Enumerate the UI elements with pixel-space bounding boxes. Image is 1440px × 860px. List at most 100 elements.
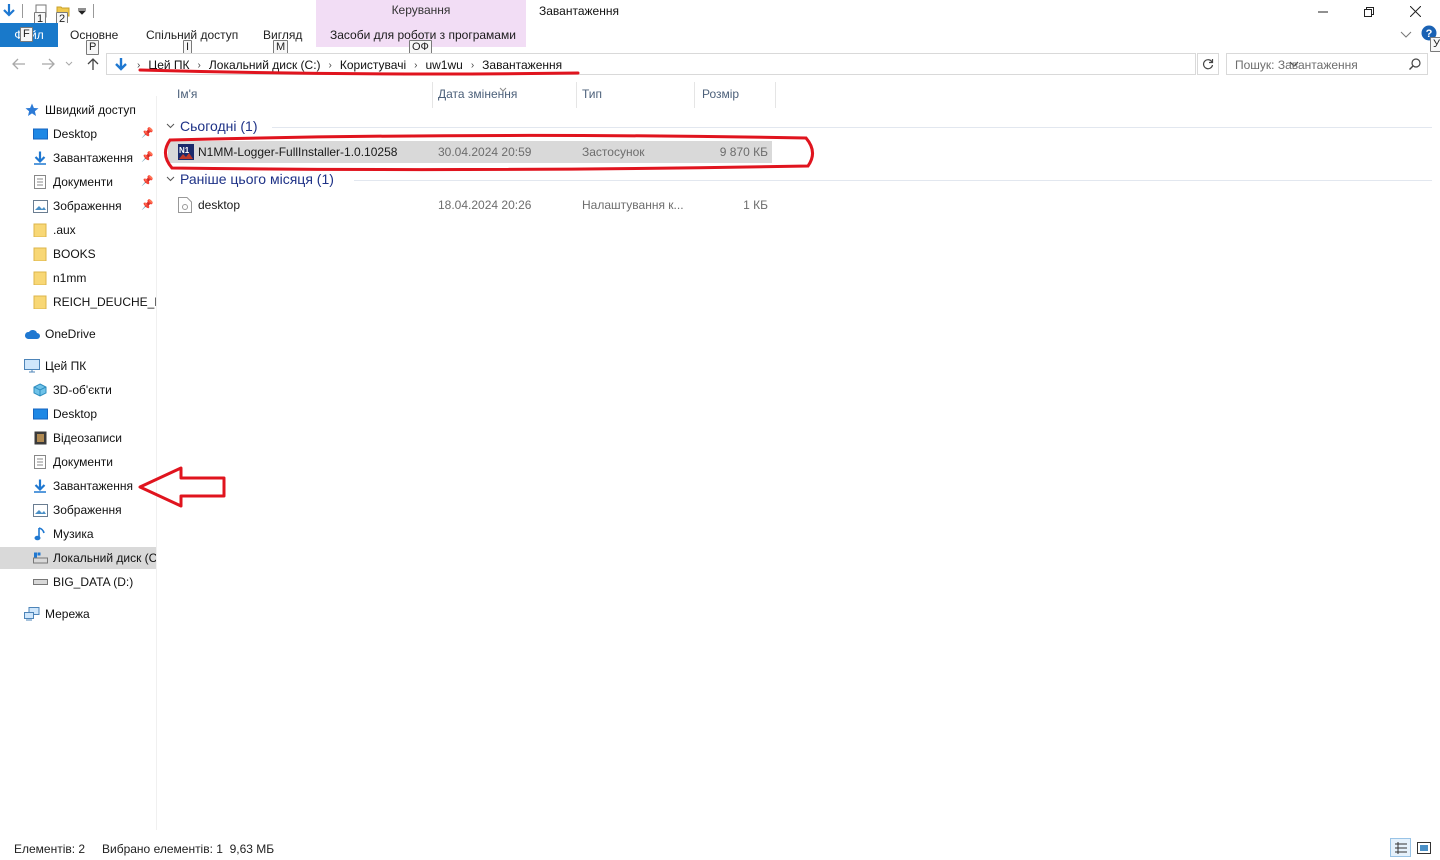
address-bar[interactable]: › Цей ПК › Локальний диск (C:) › Користу… [106, 53, 1299, 75]
nav-network[interactable]: Мережа [0, 603, 156, 625]
minimize-button[interactable] [1300, 0, 1346, 23]
column-header-date[interactable]: Дата змінення [438, 87, 517, 101]
nav-onedrive[interactable]: OneDrive [0, 323, 156, 345]
nav-pc-local-disk[interactable]: Локальний диск (C:) [0, 547, 156, 569]
nav-quick-n1mm[interactable]: n1mm [0, 267, 156, 289]
column-divider[interactable] [576, 82, 577, 108]
nav-quick-reich[interactable]: REICH_DEUCHE_MU [0, 291, 156, 313]
column-divider[interactable] [694, 82, 695, 108]
navigation-pane: Швидкий доступ Desktop 📌 Завантаження 📌 … [0, 96, 157, 830]
nav-quick-documents[interactable]: Документи 📌 [0, 171, 156, 193]
collapse-chevron-icon[interactable] [166, 121, 175, 132]
documents-icon [32, 454, 48, 470]
customize-qat-icon[interactable] [73, 2, 91, 20]
folder-icon [32, 270, 48, 286]
breadcrumb-separator-icon[interactable]: › [467, 60, 478, 71]
back-button[interactable] [9, 54, 29, 74]
search-placeholder: Пошук: Завантаження [1235, 58, 1358, 72]
pin-icon: 📌 [141, 152, 154, 163]
status-item-count: Елементів: 2 [14, 842, 86, 856]
file-date: 30.04.2024 20:59 [438, 145, 532, 159]
nav-pc-3d-objects[interactable]: 3D-об'єкти [0, 379, 156, 401]
column-divider[interactable] [775, 82, 776, 108]
refresh-button[interactable] [1197, 53, 1219, 75]
cube-icon [32, 382, 48, 398]
nav-quick-desktop[interactable]: Desktop 📌 [0, 123, 156, 145]
nav-pc-desktop[interactable]: Desktop [0, 403, 156, 425]
file-name: desktop [198, 198, 241, 212]
expand-ribbon-icon[interactable] [1400, 28, 1412, 42]
downloads-icon [32, 150, 48, 166]
column-header-size[interactable]: Розмір [702, 87, 739, 101]
nav-item-label: Desktop [53, 407, 98, 421]
breadcrumb-separator-icon[interactable]: › [325, 60, 336, 71]
collapse-chevron-icon[interactable] [166, 174, 175, 185]
nav-item-label: n1mm [53, 271, 87, 285]
nav-quick-pictures[interactable]: Зображення 📌 [0, 195, 156, 217]
pin-icon: 📌 [141, 176, 154, 187]
breadcrumb-separator-icon[interactable]: › [194, 60, 205, 71]
pictures-icon [32, 198, 48, 214]
file-row-desktop[interactable]: desktop 18.04.2024 20:26 Налаштування к.… [168, 194, 772, 216]
breadcrumb-downloads[interactable]: Завантаження [478, 58, 566, 72]
pin-icon: 📌 [141, 200, 154, 211]
recent-locations-button[interactable] [63, 54, 75, 74]
up-button[interactable] [83, 54, 103, 74]
breadcrumb-this-pc[interactable]: Цей ПК [144, 58, 193, 72]
group-divider [354, 180, 1432, 181]
ribbon-tabs: Файл F Основне P Спільний доступ І Вигля… [0, 23, 1440, 55]
nav-pc-documents[interactable]: Документи [0, 451, 156, 473]
large-icons-view-icon[interactable] [1413, 838, 1434, 857]
nav-pc-big-data[interactable]: BIG_DATA (D:) [0, 571, 156, 593]
nav-item-label: Завантаження [53, 151, 133, 165]
view-switcher [1390, 838, 1434, 857]
download-location-icon [113, 57, 129, 73]
nav-pc-videos[interactable]: Відеозаписи [0, 427, 156, 449]
column-divider[interactable] [432, 82, 433, 108]
nav-onedrive-label: OneDrive [45, 327, 96, 341]
close-button[interactable] [1392, 0, 1438, 23]
breadcrumb-user[interactable]: uw1wu [421, 58, 466, 72]
nav-quick-aux[interactable]: .aux [0, 219, 156, 241]
restore-button[interactable] [1346, 0, 1392, 23]
group-header-label: Сьогодні (1) [180, 118, 258, 134]
nav-quick-downloads[interactable]: Завантаження 📌 [0, 147, 156, 169]
breadcrumb-separator-icon[interactable]: › [133, 60, 144, 71]
column-header-name[interactable]: Ім'я [177, 87, 197, 101]
nav-quick-books[interactable]: BOOKS [0, 243, 156, 265]
file-row-n1mm[interactable]: N1 N1MM-Logger-FullInstaller-1.0.10258 3… [168, 141, 772, 163]
cloud-icon [24, 326, 40, 342]
file-name: N1MM-Logger-FullInstaller-1.0.10258 [198, 145, 398, 159]
group-header-earlier-this-month[interactable]: Раніше цього місяця (1) [166, 171, 334, 187]
nav-item-label: Зображення [53, 503, 122, 517]
tab-share[interactable]: Спільний доступ [146, 28, 238, 42]
breadcrumb-local-disk[interactable]: Локальний диск (C:) [205, 58, 325, 72]
nav-quick-access[interactable]: Швидкий доступ [0, 99, 156, 121]
window-title: Завантаження [539, 4, 619, 18]
breadcrumb: › Цей ПК › Локальний диск (C:) › Користу… [113, 57, 566, 73]
group-header-today[interactable]: Сьогодні (1) [166, 118, 257, 134]
search-icon[interactable] [1409, 58, 1421, 73]
column-header-type[interactable]: Тип [582, 87, 602, 101]
search-input[interactable]: Пошук: Завантаження [1226, 53, 1428, 75]
drive-icon [32, 574, 48, 590]
music-note-icon [32, 526, 48, 542]
nav-this-pc-label: Цей ПК [45, 359, 87, 373]
folder-icon [32, 246, 48, 262]
nav-pc-music[interactable]: Музика [0, 523, 156, 545]
network-icon [24, 606, 40, 622]
nav-pc-pictures[interactable]: Зображення [0, 499, 156, 521]
forward-button[interactable] [38, 54, 58, 74]
settings-file-icon [178, 197, 192, 216]
breadcrumb-separator-icon[interactable]: › [410, 60, 421, 71]
nav-this-pc[interactable]: Цей ПК [0, 355, 156, 377]
breadcrumb-users[interactable]: Користувачі [336, 58, 410, 72]
nav-item-label: REICH_DEUCHE_MU [53, 295, 156, 309]
details-view-icon[interactable] [1390, 838, 1411, 857]
nav-pc-downloads[interactable]: Завантаження [0, 475, 156, 497]
file-type: Застосунок [582, 145, 645, 159]
computer-icon [24, 358, 40, 374]
nav-item-label: Музика [53, 527, 94, 541]
downloads-icon [32, 478, 48, 494]
pictures-icon [32, 502, 48, 518]
